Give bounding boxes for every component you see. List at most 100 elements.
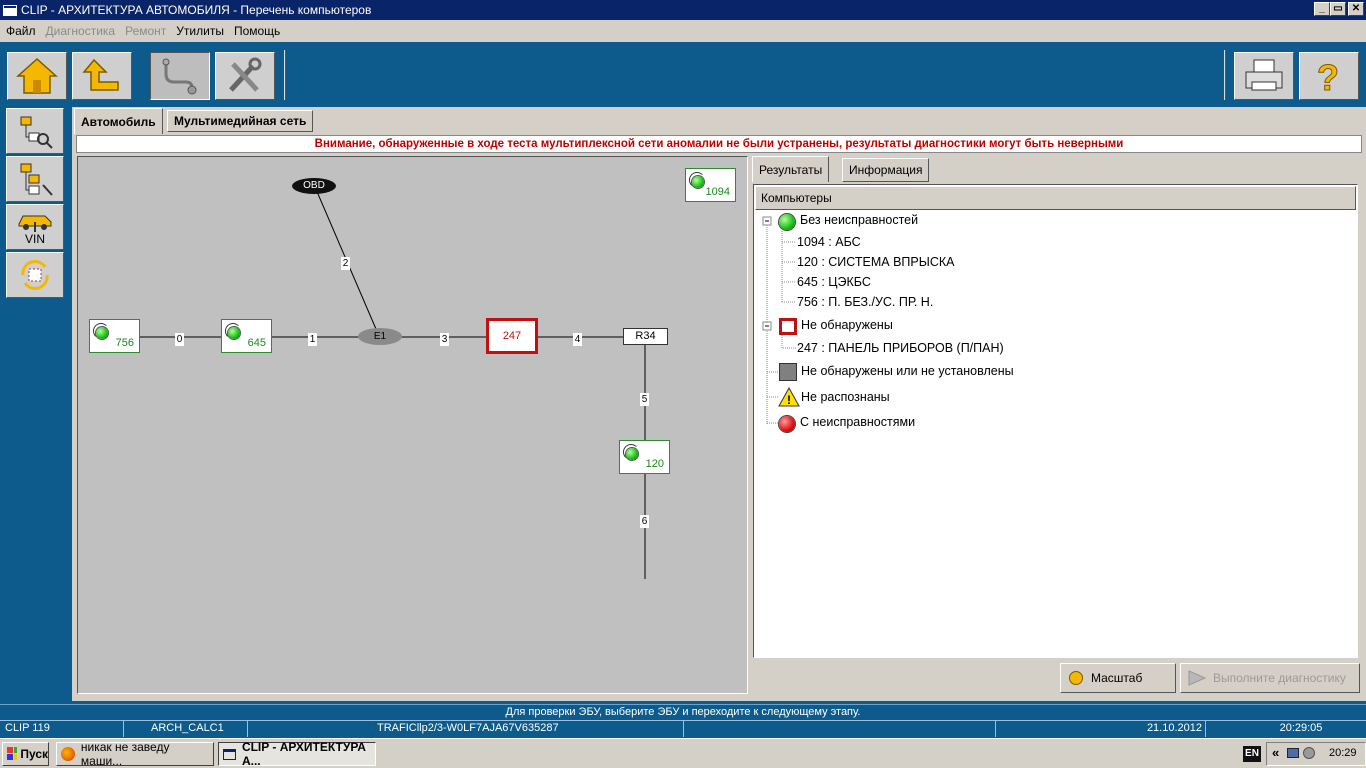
- warning-icon: !: [778, 387, 800, 407]
- sidebar-refresh-button[interactable]: [6, 252, 64, 298]
- not-detected-icon: [779, 318, 797, 335]
- status-calc: ARCH_CALC1: [124, 721, 248, 737]
- network-icon[interactable]: [1287, 748, 1299, 758]
- window-icon: [223, 748, 236, 760]
- ecu-search-icon: [20, 163, 53, 196]
- ecu-number: 1094: [705, 186, 730, 198]
- junction-r34[interactable]: R34: [623, 328, 668, 345]
- menu-file[interactable]: Файл: [6, 24, 36, 38]
- ecu-node-645[interactable]: 645: [221, 319, 272, 353]
- link-label: 6: [640, 515, 649, 528]
- link-label: 4: [573, 333, 582, 346]
- list-item[interactable]: 247 : ПАНЕЛЬ ПРИБОРОВ (П/ПАН): [797, 341, 1004, 355]
- link-label: 1: [308, 333, 317, 346]
- taskbar: Пуск никак не заведу маши... CLIP - АРХИ…: [0, 738, 1366, 768]
- status-empty: [684, 721, 996, 737]
- group-with-faults[interactable]: С неисправностями: [800, 415, 915, 429]
- list-item[interactable]: 1094 : АБС: [797, 235, 861, 249]
- obd-connector[interactable]: OBD: [292, 178, 336, 194]
- vin-label: VIN: [24, 232, 45, 246]
- printer-icon: [1245, 59, 1283, 91]
- menu-utilities[interactable]: Утилиты: [176, 24, 224, 38]
- ecu-node-1094[interactable]: 1094: [685, 168, 736, 202]
- computers-list: Компьютеры Без неисправностей 1094 : АБС…: [753, 184, 1358, 658]
- volume-icon[interactable]: [1303, 747, 1315, 759]
- car-icon: [18, 215, 52, 232]
- ecu-node-120[interactable]: 120: [619, 440, 670, 474]
- zoom-button[interactable]: Масштаб: [1060, 663, 1176, 693]
- junction-e1[interactable]: E1: [358, 328, 402, 345]
- help-button[interactable]: ?: [1299, 52, 1359, 100]
- play-arrow-icon: [1188, 670, 1207, 686]
- network-diagram: OBD E1 R34 247 756 645 120 1094 0 1 2 3 …: [77, 156, 748, 694]
- zoom-label: Масштаб: [1091, 671, 1143, 685]
- taskbar-clip[interactable]: CLIP - АРХИТЕКТУРА А...: [218, 740, 376, 768]
- tab-vehicle[interactable]: Автомобиль: [74, 108, 163, 134]
- list-item[interactable]: 756 : П. БЕЗ./УС. ПР. Н.: [797, 295, 933, 309]
- tools-icon: [229, 57, 262, 92]
- home-icon: [16, 57, 58, 94]
- print-button[interactable]: [1234, 52, 1294, 100]
- home-button[interactable]: [7, 52, 67, 100]
- tray-expand-icon[interactable]: «: [1272, 745, 1279, 760]
- ecu-tree-icon: [20, 116, 53, 149]
- status-ok-icon: [626, 448, 638, 460]
- start-label: Пуск: [20, 747, 48, 761]
- not-installed-icon: [779, 363, 797, 381]
- minimize-button[interactable]: _: [1314, 2, 1330, 16]
- toolbar-separator: [1224, 50, 1226, 100]
- list-item[interactable]: 120 : СИСТЕМА ВПРЫСКА: [797, 255, 954, 269]
- tray-clock[interactable]: 20:29: [1329, 747, 1357, 759]
- status-date: 21.10.2012: [996, 721, 1206, 737]
- computers-header: Компьютеры: [755, 186, 1356, 210]
- maximize-button[interactable]: ▭: [1330, 2, 1346, 16]
- start-button[interactable]: Пуск: [2, 742, 49, 766]
- status-ok-icon: [692, 176, 704, 188]
- status-ok-icon: [779, 214, 795, 230]
- tab-information[interactable]: Информация: [842, 158, 930, 182]
- hint-bar: Для проверки ЭБУ, выберите ЭБУ и переход…: [0, 704, 1366, 720]
- ecu-node-756[interactable]: 756: [89, 319, 140, 353]
- ecu-number: 756: [115, 337, 134, 349]
- menu-diagnostics: Диагностика: [45, 24, 116, 38]
- title-bar: CLIP - АРХИТЕКТУРА АВТОМОБИЛЯ - Перечень…: [0, 0, 1366, 20]
- zoom-icon: [1069, 671, 1083, 685]
- sidebar-ecu-search-button[interactable]: [6, 156, 64, 202]
- status-vehicle: TRAFICllp2/3-W0LF7AJA67V635287: [248, 721, 684, 737]
- status-bar: CLIP 119 ARCH_CALC1 TRAFICllp2/3-W0LF7AJ…: [0, 720, 1366, 737]
- run-diagnostics-label: Выполните диагностику: [1213, 671, 1346, 685]
- tab-multimedia[interactable]: Мультимедийная сеть: [167, 110, 314, 132]
- tab-results[interactable]: Результаты: [752, 156, 830, 182]
- list-item[interactable]: 645 : ЦЭКБС: [797, 275, 871, 289]
- ecu-number: 120: [645, 458, 664, 470]
- menu-help[interactable]: Помощь: [234, 24, 280, 38]
- menu-bar: Файл Диагностика Ремонт Утилиты Помощь: [0, 20, 1366, 42]
- repair-tool-button[interactable]: [215, 52, 275, 100]
- stethoscope-icon: [162, 58, 197, 95]
- group-not-installed[interactable]: Не обнаружены или не установлены: [801, 364, 1014, 378]
- taskbar-firefox-label: никак не заведу маши...: [80, 740, 170, 768]
- close-button[interactable]: ✕: [1348, 2, 1364, 16]
- help-icon: ?: [1317, 57, 1340, 97]
- sidebar-vin-button[interactable]: VIN: [6, 204, 64, 250]
- status-ok-icon: [96, 327, 108, 339]
- ecu-node-247[interactable]: 247: [486, 318, 538, 354]
- group-not-detected[interactable]: Не обнаружены: [801, 318, 893, 332]
- app-icon: [3, 4, 17, 16]
- diagnostics-tool-button[interactable]: [150, 52, 210, 100]
- status-clip: CLIP 119: [0, 721, 124, 737]
- group-no-faults[interactable]: Без неисправностей: [800, 213, 918, 227]
- link-label: 2: [341, 257, 350, 270]
- run-diagnostics-button[interactable]: Выполните диагностику: [1180, 663, 1360, 693]
- group-unrecognized[interactable]: Не распознаны: [801, 390, 890, 404]
- language-indicator[interactable]: EN: [1243, 746, 1261, 762]
- refresh-icon: [21, 260, 49, 290]
- window-title: CLIP - АРХИТЕКТУРА АВТОМОБИЛЯ - Перечень…: [21, 3, 372, 17]
- system-tray: « 20:29: [1266, 742, 1366, 766]
- toolbar-separator: [284, 50, 286, 100]
- back-button[interactable]: [72, 52, 132, 100]
- sidebar-ecu-list-button[interactable]: [6, 108, 64, 154]
- taskbar-firefox[interactable]: никак не заведу маши...: [56, 740, 214, 768]
- back-arrow-icon: [82, 58, 119, 91]
- warning-banner: Внимание, обнаруженные в ходе теста муль…: [76, 135, 1362, 153]
